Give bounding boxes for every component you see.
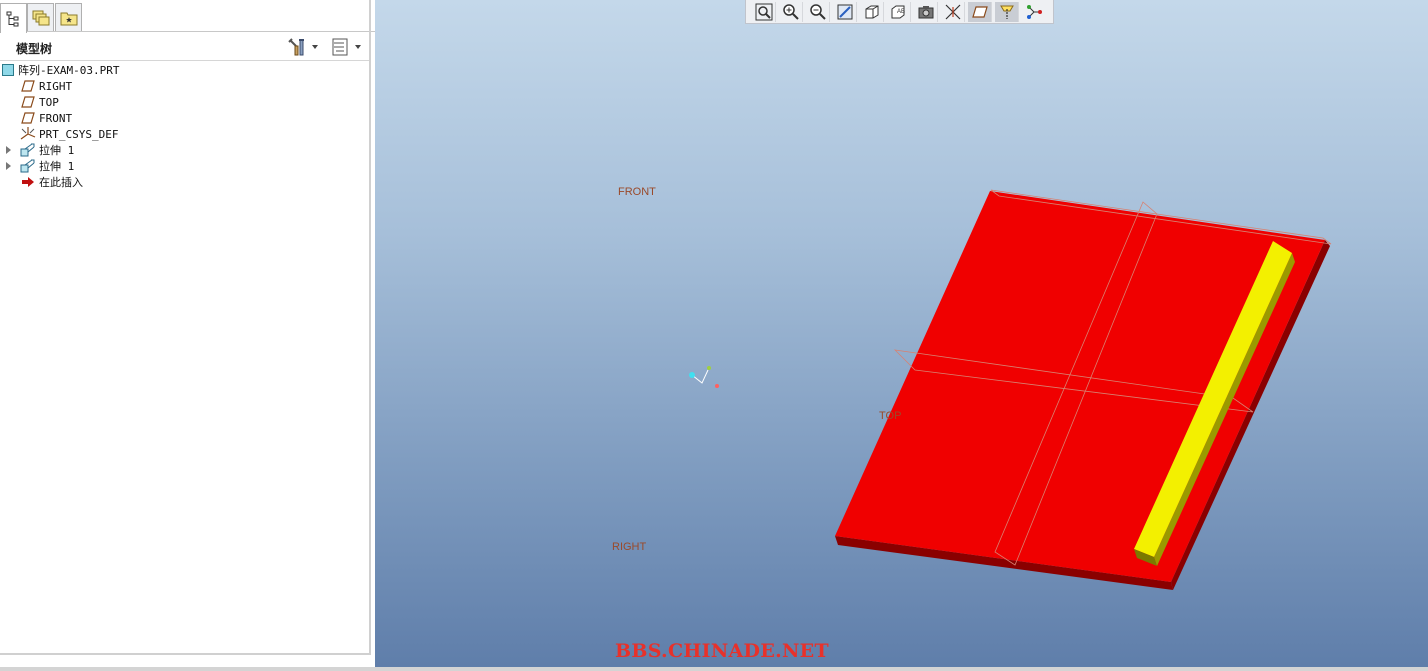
- plate-top-face[interactable]: [835, 191, 1325, 582]
- tree-root-label: 阵列-EXAM-03.PRT: [18, 64, 120, 77]
- svg-text:AB: AB: [897, 9, 905, 15]
- model-scene[interactable]: FRONT TOP RIGHT: [375, 0, 1428, 667]
- tree-show-button[interactable]: [332, 37, 361, 57]
- point-display-button[interactable]: [1022, 2, 1046, 22]
- plane-display-icon: [971, 5, 988, 18]
- tools-icon: [288, 38, 304, 56]
- repaint-icon: [837, 4, 852, 19]
- expand-arrow-icon[interactable]: [6, 162, 11, 170]
- expand-arrow-icon[interactable]: [6, 146, 11, 154]
- display-style-button[interactable]: [860, 1, 884, 22]
- status-strip: [0, 667, 1428, 671]
- csys-marker: [689, 366, 719, 388]
- panel-title: 模型树: [16, 42, 53, 56]
- tree-item-label: RIGHT: [39, 79, 73, 93]
- tab-model-tree[interactable]: [0, 3, 27, 33]
- model-tree-panel: 模型树 阵列-EXAM-03.PRT RIGHT TOP FRONT PRT_C…: [0, 0, 375, 671]
- zoom-out-icon: [809, 3, 826, 20]
- part-icon: [2, 64, 14, 76]
- view-manager-button[interactable]: [914, 1, 938, 22]
- refit-icon: [755, 3, 772, 20]
- insert-arrow-icon: [22, 177, 34, 187]
- favorites-icon: [60, 12, 77, 25]
- csys-icon: [20, 127, 36, 140]
- saved-views-icon: AB: [891, 5, 905, 18]
- right-datum-label: RIGHT: [612, 541, 647, 553]
- tree-item-extrude[interactable]: 拉伸 1: [0, 142, 370, 158]
- panel-bottom-border: [0, 653, 371, 655]
- graphics-viewport[interactable]: FRONT TOP RIGHT AB BBS.CHINADE.NET: [375, 0, 1428, 667]
- zoom-out-button[interactable]: [806, 1, 830, 22]
- front-datum-label: FRONT: [618, 186, 656, 198]
- zoom-in-icon: [782, 3, 799, 20]
- chevron-down-icon: [312, 45, 318, 49]
- model-tree-header: 模型树: [0, 33, 370, 61]
- tree-item-csys[interactable]: PRT_CSYS_DEF: [0, 126, 370, 142]
- repaint-button[interactable]: [833, 1, 857, 22]
- tree-item-right[interactable]: RIGHT: [0, 78, 370, 94]
- tree-item-front[interactable]: FRONT: [0, 110, 370, 126]
- datum-plane-icon: [21, 96, 35, 108]
- tab-favorites[interactable]: [55, 3, 82, 31]
- layers-icon: [32, 10, 49, 25]
- navigator-tabbar: [0, 0, 375, 33]
- tree-settings-button[interactable]: [287, 37, 318, 57]
- zoom-in-button[interactable]: [779, 1, 803, 22]
- datum-plane-icon: [21, 112, 35, 124]
- view-manager-icon: [918, 5, 933, 18]
- list-settings-icon: [332, 38, 348, 56]
- datum-plane-icon: [21, 80, 35, 92]
- tab-layers[interactable]: [27, 3, 54, 31]
- model-tree-icon: [6, 11, 18, 26]
- top-datum-label: TOP: [879, 410, 901, 422]
- tree-root-item[interactable]: 阵列-EXAM-03.PRT: [0, 62, 370, 78]
- tree-item-top[interactable]: TOP: [0, 94, 370, 110]
- view-toolbar: AB: [745, 0, 1054, 24]
- tree-item-extrude[interactable]: 拉伸 1: [0, 158, 370, 174]
- tree-item-label: 拉伸 1: [39, 144, 75, 157]
- datum-display-icon: [945, 4, 960, 19]
- panel-divider[interactable]: [369, 0, 371, 655]
- tree-item-label: TOP: [39, 95, 59, 109]
- axis-display-button[interactable]: [995, 1, 1019, 22]
- watermark: BBS.CHINADE.NET: [615, 640, 829, 662]
- display-style-icon: [865, 5, 878, 18]
- refit-button[interactable]: [752, 1, 776, 22]
- chevron-down-icon: [355, 45, 361, 49]
- extrude-icon: [20, 159, 35, 173]
- model-tree: 阵列-EXAM-03.PRT RIGHT TOP FRONT PRT_CSYS_…: [0, 62, 370, 190]
- tree-item-label: 拉伸 1: [39, 160, 75, 173]
- extrude-icon: [20, 143, 35, 157]
- tree-item-label: PRT_CSYS_DEF: [39, 127, 119, 141]
- axis-display-icon: [999, 5, 1014, 19]
- tree-item-insert-here[interactable]: 在此插入: [0, 174, 370, 190]
- saved-views-button[interactable]: AB: [887, 1, 911, 22]
- point-display-icon: [1027, 4, 1042, 19]
- plane-display-button[interactable]: [968, 1, 992, 22]
- tree-item-label: 在此插入: [39, 176, 83, 189]
- tree-item-label: FRONT: [39, 111, 73, 125]
- datum-display-button[interactable]: [941, 1, 965, 22]
